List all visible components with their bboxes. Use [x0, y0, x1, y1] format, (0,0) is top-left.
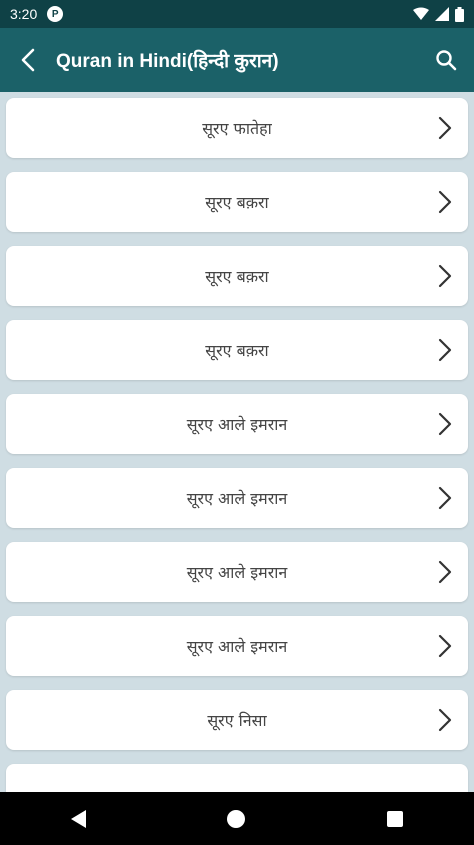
list-item-label: सूरए बक़रा — [205, 341, 269, 360]
search-button[interactable] — [418, 28, 474, 92]
chevron-right-icon — [438, 486, 452, 510]
status-bar: 3:20 P — [0, 0, 474, 28]
status-time: 3:20 — [10, 6, 38, 22]
list-item[interactable]: सूरए आले इमरान — [6, 616, 468, 676]
list-item[interactable]: सूरए फातेहा — [6, 98, 468, 158]
search-icon — [436, 50, 457, 71]
list-item-label: सूरए आले इमरान — [186, 637, 288, 656]
system-navigation-bar — [0, 792, 474, 845]
nav-recents-icon[interactable] — [387, 810, 404, 827]
signal-icon — [435, 7, 449, 21]
list-item[interactable]: सूरए बक़रा — [6, 246, 468, 306]
chevron-right-icon — [438, 708, 452, 732]
list-item[interactable] — [6, 764, 468, 792]
list-item[interactable]: सूरए आले इमरान — [6, 542, 468, 602]
list-item[interactable]: सूरए आले इमरान — [6, 468, 468, 528]
back-button[interactable] — [0, 28, 56, 92]
list-item[interactable]: सूरए बक़रा — [6, 172, 468, 232]
surah-list: सूरए फातेहा सूरए बक़रा सूरए बक़रा सूरए ब… — [0, 92, 474, 792]
app-title: Quran in Hindi(हिन्दी कुरान) — [56, 51, 279, 72]
app-bar: Quran in Hindi(हिन्दी कुरान) — [0, 28, 474, 92]
list-item-label: सूरए आले इमरान — [186, 415, 288, 434]
chevron-right-icon — [438, 264, 452, 288]
list-item-label: सूरए बक़रा — [205, 193, 269, 212]
list-item-label: सूरए आले इमरान — [186, 489, 288, 508]
notification-badge-icon: P — [47, 6, 64, 22]
list-item[interactable]: सूरए निसा — [6, 690, 468, 750]
list-item[interactable]: सूरए आले इमरान — [6, 394, 468, 454]
list-item-label: सूरए आले इमरान — [186, 563, 288, 582]
nav-back-icon[interactable] — [70, 809, 86, 828]
list-item[interactable]: सूरए बक़रा — [6, 320, 468, 380]
wifi-icon — [413, 7, 429, 20]
chevron-right-icon — [438, 338, 452, 362]
chevron-right-icon — [438, 412, 452, 436]
list-item-label: सूरए फातेहा — [202, 119, 272, 138]
chevron-right-icon — [438, 190, 452, 214]
chevron-right-icon — [438, 560, 452, 584]
back-arrow-icon — [21, 48, 35, 72]
nav-home-icon[interactable] — [227, 809, 246, 828]
chevron-right-icon — [438, 634, 452, 658]
status-icons — [413, 6, 464, 22]
chevron-right-icon — [438, 116, 452, 140]
battery-icon — [455, 6, 464, 22]
list-item-label: सूरए निसा — [207, 711, 267, 730]
list-item-label: सूरए बक़रा — [205, 267, 269, 286]
